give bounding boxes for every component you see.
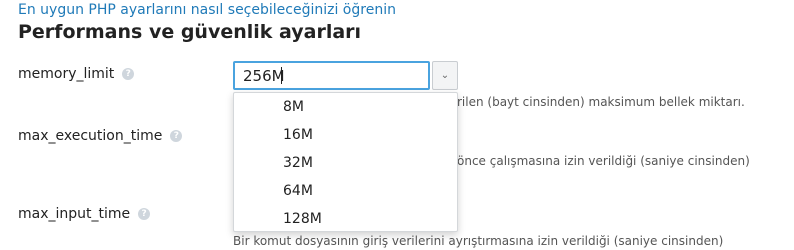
help-icon[interactable]: ? [170, 130, 183, 142]
help-icon[interactable]: ? [122, 68, 135, 80]
option-16m[interactable]: 16M [274, 121, 457, 149]
option-128m[interactable]: 128M [274, 205, 457, 233]
page-title: Performans ve güvenlik ayarları [18, 21, 362, 43]
max-input-time-label: max_input_time ? [18, 206, 151, 222]
max-input-time-description: Bir komut dosyasının giriş verilerini ay… [233, 234, 724, 248]
max-execution-time-label-text: max_execution_time [18, 128, 163, 144]
max-execution-time-description: önce çalışmasına izin verildiği (saniye … [457, 154, 750, 168]
memory-limit-label-text: memory_limit [18, 66, 115, 82]
memory-limit-options-list: 8M 16M 32M 64M 128M [233, 92, 458, 232]
max-execution-time-label: max_execution_time ? [18, 128, 183, 144]
chevron-down-icon: ⌄ [440, 70, 450, 81]
option-8m[interactable]: 8M [274, 93, 457, 121]
memory-limit-description: rilen (bayt cinsinden) maksimum bellek m… [457, 95, 745, 109]
option-64m[interactable]: 64M [274, 177, 457, 205]
text-cursor [281, 67, 282, 84]
memory-limit-input[interactable] [233, 61, 430, 90]
max-input-time-label-text: max_input_time [18, 206, 131, 222]
learn-php-settings-link[interactable]: En uygun PHP ayarlarını nasıl seçebilece… [18, 2, 396, 18]
memory-limit-label: memory_limit ? [18, 66, 135, 82]
help-icon[interactable]: ? [138, 208, 151, 220]
option-32m[interactable]: 32M [274, 149, 457, 177]
memory-limit-dropdown-toggle[interactable]: ⌄ [432, 61, 458, 90]
